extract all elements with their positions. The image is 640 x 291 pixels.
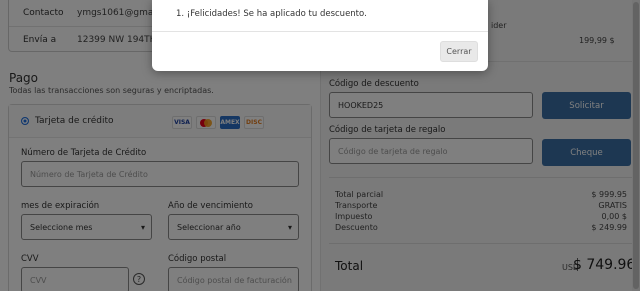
dialog-message: 1. ¡Felicidades! Se ha aplicado tu descu… bbox=[176, 9, 367, 19]
discount-applied-dialog: 1. ¡Felicidades! Se ha aplicado tu descu… bbox=[152, 0, 488, 71]
dialog-body: 1. ¡Felicidades! Se ha aplicado tu descu… bbox=[152, 0, 488, 32]
close-button[interactable]: Cerrar bbox=[440, 41, 478, 62]
